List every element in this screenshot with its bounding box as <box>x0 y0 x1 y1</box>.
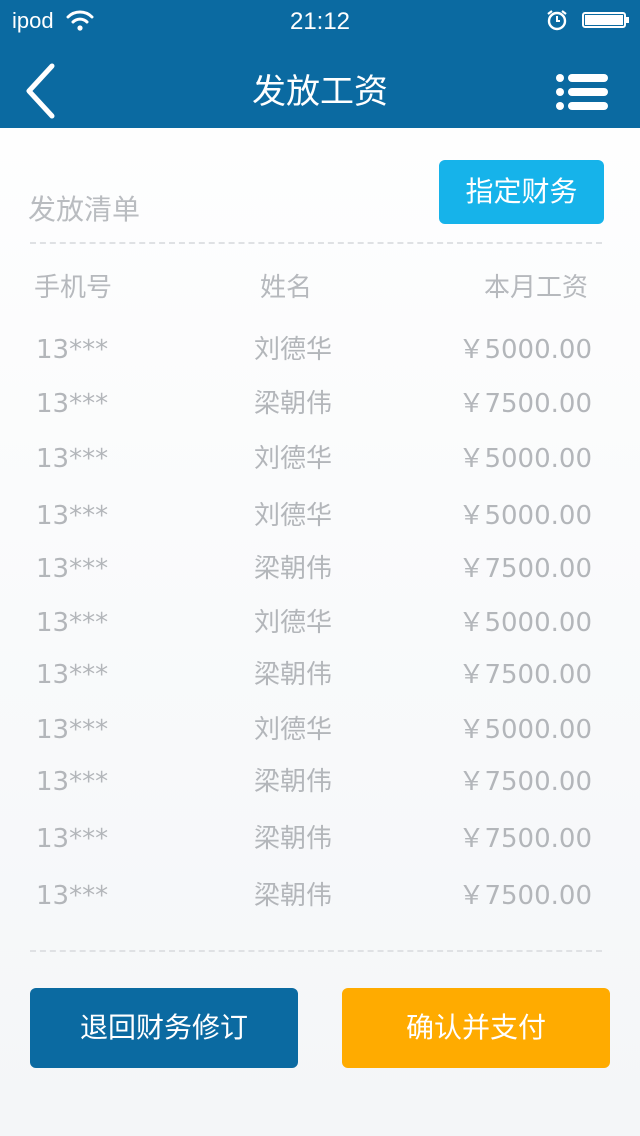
row-phone: 13*** <box>36 767 109 797</box>
status-time: 21:12 <box>289 8 351 35</box>
row-name: 梁朝伟 <box>254 824 333 854</box>
assign-finance-button[interactable]: 指定财务 <box>439 160 604 224</box>
row-phone: 13*** <box>36 501 109 531</box>
row-salary: ￥7500.00 <box>458 881 592 911</box>
row-phone: 13*** <box>36 608 109 638</box>
table-row: 13*** 刘德华 ￥5000.00 <box>0 496 640 536</box>
row-salary: ￥5000.00 <box>458 715 592 745</box>
table-row: 13*** 梁朝伟 ￥7500.00 <box>0 549 640 589</box>
column-header-name: 姓名 <box>260 273 313 303</box>
table-row: 13*** 梁朝伟 ￥7500.00 <box>0 819 640 859</box>
row-salary: ￥5000.00 <box>458 608 592 638</box>
app-header: ipod 21:12 发放工资 <box>0 0 640 128</box>
row-name: 梁朝伟 <box>254 660 333 690</box>
table-row: 13*** 梁朝伟 ￥7500.00 <box>0 762 640 802</box>
row-name: 刘德华 <box>254 335 333 365</box>
column-header-phone: 手机号 <box>34 273 113 303</box>
row-salary: ￥5000.00 <box>458 335 592 365</box>
table-row: 13*** 刘德华 ￥5000.00 <box>0 330 640 370</box>
row-phone: 13*** <box>36 881 109 911</box>
table-row: 13*** 刘德华 ￥5000.00 <box>0 439 640 479</box>
row-salary: ￥7500.00 <box>458 660 592 690</box>
row-salary: ￥7500.00 <box>458 824 592 854</box>
row-phone: 13*** <box>36 554 109 584</box>
row-phone: 13*** <box>36 660 109 690</box>
page-title: 发放工资 <box>252 72 388 112</box>
list-menu-icon <box>556 74 608 110</box>
row-name: 梁朝伟 <box>254 554 333 584</box>
row-name: 梁朝伟 <box>254 881 333 911</box>
row-name: 刘德华 <box>254 444 333 474</box>
row-phone: 13*** <box>36 335 109 365</box>
row-name: 梁朝伟 <box>254 389 333 419</box>
menu-button[interactable] <box>554 72 610 112</box>
row-name: 刘德华 <box>254 715 333 745</box>
row-name: 刘德华 <box>254 608 333 638</box>
confirm-and-pay-button[interactable]: 确认并支付 <box>342 988 610 1068</box>
row-salary: ￥7500.00 <box>458 389 592 419</box>
table-row: 13*** 梁朝伟 ￥7500.00 <box>0 876 640 916</box>
battery-icon <box>582 12 629 28</box>
row-phone: 13*** <box>36 444 109 474</box>
top-divider <box>30 242 602 244</box>
row-phone: 13*** <box>36 824 109 854</box>
row-name: 刘德华 <box>254 501 333 531</box>
table-row: 13*** 刘德华 ￥5000.00 <box>0 710 640 750</box>
return-to-finance-button[interactable]: 退回财务修订 <box>30 988 298 1068</box>
status-bar: ipod 21:12 <box>0 0 640 40</box>
row-phone: 13*** <box>36 389 109 419</box>
row-salary: ￥5000.00 <box>458 501 592 531</box>
table-row: 13*** 梁朝伟 ￥7500.00 <box>0 655 640 695</box>
row-salary: ￥7500.00 <box>458 767 592 797</box>
bottom-divider <box>30 950 602 952</box>
section-title: 发放清单 <box>28 193 141 226</box>
table-row: 13*** 梁朝伟 ￥7500.00 <box>0 384 640 424</box>
column-header-salary: 本月工资 <box>483 273 588 303</box>
alarm-icon <box>547 10 567 31</box>
row-name: 梁朝伟 <box>254 767 333 797</box>
row-salary: ￥5000.00 <box>458 444 592 474</box>
row-phone: 13*** <box>36 715 109 745</box>
table-row: 13*** 刘德华 ￥5000.00 <box>0 603 640 643</box>
row-salary: ￥7500.00 <box>458 554 592 584</box>
